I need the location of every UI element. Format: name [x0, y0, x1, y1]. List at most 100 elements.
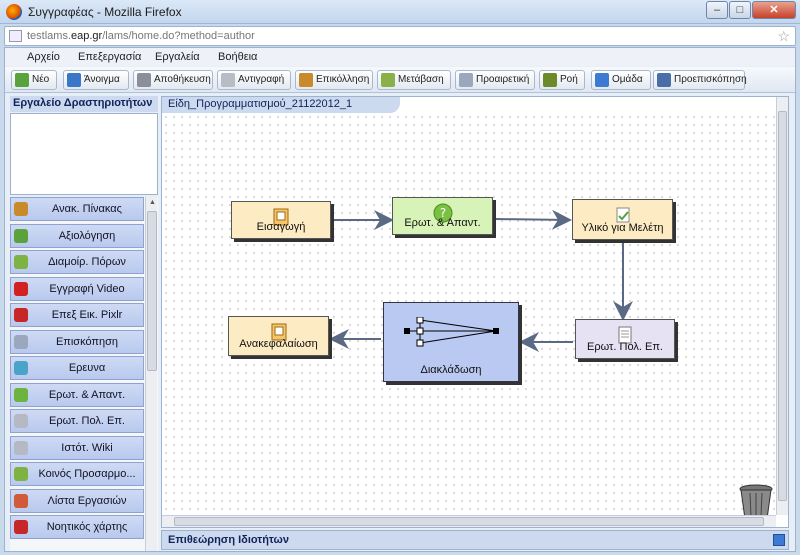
activity-label: Διακλάδωση	[420, 364, 482, 376]
save-icon	[137, 73, 151, 87]
tool-list-scroll-thumb[interactable]	[147, 211, 157, 371]
tool-item[interactable]: Επεξ Εικ. Pixlr	[10, 303, 144, 327]
tool-item[interactable]: Κοινός Προσαρμο...	[10, 462, 144, 486]
tool-item-label: Ερευνα	[68, 362, 106, 374]
tool-list: Ανακ. Πίνακας Αξιολόγηση Διαμοίρ. Πόρων Εγγ…	[10, 197, 158, 551]
pixlr-icon	[14, 308, 28, 322]
tool-item-label: Επισκόπηση	[55, 335, 119, 348]
url-text[interactable]: testlams.eap.gr/lams/home.do?method=auth…	[27, 30, 255, 42]
scroll-up-arrow-icon[interactable]: ▲	[149, 199, 156, 206]
design-canvas-panel: Είδη_Προγραμματισμού_21122012_1 Εισαγωγή	[161, 96, 789, 528]
tool-item[interactable]: Αξιολόγηση	[10, 223, 144, 248]
canvas-horizontal-scrollbar[interactable]	[162, 515, 776, 527]
optional-button[interactable]: Προαιρετική	[455, 70, 535, 90]
tool-item-label: Λίστα Εργασιών	[47, 494, 127, 507]
noticeboard-icon	[14, 202, 28, 216]
optional-icon	[459, 73, 473, 87]
design-canvas[interactable]: Εισαγωγή ? Ερωτ. & Απαντ. Υλικό για Μελέ…	[162, 113, 776, 520]
menu-edit[interactable]: Επεξεργασία	[78, 51, 141, 63]
activity-description-box	[10, 113, 158, 195]
close-button[interactable]: ✕	[752, 1, 796, 19]
group-icon	[595, 73, 609, 87]
task-list-icon	[14, 493, 28, 508]
tool-item-label: Διαμοίρ. Πόρων	[48, 256, 126, 268]
activity-branching[interactable]: Διακλάδωση	[383, 302, 519, 382]
tool-item-label: Αξιολόγηση	[58, 229, 116, 242]
tool-item-label: Ανακ. Πίνακας	[52, 203, 122, 215]
tool-item[interactable]: Επισκόπηση	[10, 329, 144, 354]
overview-icon	[14, 334, 28, 349]
tool-item-label: Ερωτ. & Απαντ.	[48, 388, 126, 401]
bookmark-star-icon[interactable]: ☆	[777, 28, 790, 45]
tool-item[interactable]: Ανακ. Πίνακας	[10, 197, 144, 221]
preview-icon	[657, 73, 671, 87]
pencil-icon	[381, 73, 395, 87]
tool-item[interactable]: Ιστότ. Wiki	[10, 435, 144, 460]
site-icon	[9, 30, 22, 42]
transition-arrow-qa-study[interactable]	[494, 209, 572, 230]
address-bar[interactable]: testlams.eap.gr/lams/home.do?method=auth…	[4, 26, 796, 46]
copy-icon	[221, 73, 235, 87]
activity-label: Ερωτ. & Απαντ.	[404, 217, 481, 229]
menu-tools[interactable]: Εργαλεία	[155, 51, 200, 63]
tool-item[interactable]: Ερευνα	[10, 356, 144, 380]
tool-item[interactable]: Εγγραφή Video	[10, 276, 144, 301]
firefox-icon	[6, 4, 22, 20]
tool-item[interactable]: Ερωτ. Πολ. Επ.	[10, 409, 144, 433]
share-resources-icon	[14, 255, 28, 269]
tool-item-label: Επεξ Εικ. Pixlr	[51, 309, 123, 321]
tool-item[interactable]: Λίστα Εργασιών	[10, 488, 144, 513]
maximize-button[interactable]: □	[729, 1, 751, 19]
tool-item-label: Ιστότ. Wiki	[61, 441, 113, 454]
menu-file[interactable]: Αρχείο	[27, 51, 60, 63]
canvas-vertical-scroll-thumb[interactable]	[778, 111, 787, 501]
toolbar: Νέο Άνοιγμα Αποθήκευση Αντιγραφή Επικόλλ…	[5, 67, 795, 93]
transition-button[interactable]: Μετάβαση	[377, 70, 451, 90]
new-icon	[15, 73, 29, 87]
tool-item-label: Ερωτ. Πολ. Επ.	[49, 415, 125, 427]
mindmap-icon	[14, 520, 28, 534]
copy-button[interactable]: Αντιγραφή	[217, 70, 291, 90]
open-button[interactable]: Άνοιγμα	[63, 70, 129, 90]
activity-intro[interactable]: Εισαγωγή	[231, 201, 331, 239]
activity-label: Υλικό για Μελέτη	[581, 222, 664, 234]
activity-study-material[interactable]: Υλικό για Μελέτη	[572, 199, 673, 240]
survey-icon	[14, 361, 28, 375]
activity-label: Εισαγωγή	[256, 221, 306, 233]
mcq-icon	[14, 414, 28, 428]
sequence-title-tab: Είδη_Προγραμματισμού_21122012_1	[162, 97, 400, 113]
preview-button[interactable]: Προεπισκόπηση	[653, 70, 747, 90]
tool-list-scrollbar[interactable]: ▲	[145, 197, 157, 551]
save-button[interactable]: Αποθήκευση	[133, 70, 213, 90]
tool-item-label: Νοητικός χάρτης	[46, 521, 128, 533]
tool-item[interactable]: Ερωτ. & Απαντ.	[10, 382, 144, 407]
tool-item[interactable]: Διαμοίρ. Πόρων	[10, 250, 144, 274]
folder-open-icon	[67, 73, 81, 87]
activity-qa[interactable]: ? Ερωτ. & Απαντ.	[392, 197, 493, 235]
new-button[interactable]: Νέο	[11, 70, 57, 90]
tool-item[interactable]: Νοητικός χάρτης	[10, 515, 144, 539]
activity-summary[interactable]: Ανακεφαλαίωση	[228, 316, 329, 356]
canvas-vertical-scrollbar[interactable]	[776, 97, 788, 515]
canvas-horizontal-scroll-thumb[interactable]	[174, 517, 764, 526]
assessment-icon	[14, 228, 28, 243]
activity-label: Ανακεφαλαίωση	[239, 338, 318, 350]
minimize-button[interactable]: –	[706, 1, 728, 19]
flow-button[interactable]: Ροή	[539, 70, 585, 90]
wiki-icon	[14, 440, 28, 455]
paste-icon	[299, 73, 313, 87]
tool-item-label: Κοινός Προσαρμο...	[38, 468, 136, 480]
group-button[interactable]: Ομάδα	[591, 70, 651, 90]
tool-item-label: Εγγραφή Video	[49, 282, 125, 295]
browser-titlebar: Συγγραφέας - Mozilla Firefox – □ ✕	[0, 0, 800, 24]
activity-mcq[interactable]: Ερωτ. Πολ. Επ.	[575, 319, 675, 359]
expand-icon[interactable]	[773, 534, 785, 546]
property-inspector-bar[interactable]: Επιθεώρηση Ιδιοτήτων	[161, 530, 789, 550]
branching-icon	[404, 317, 499, 347]
qa-icon	[14, 387, 28, 402]
activity-tools-header: Εργαλείο Δραστηριοτήτων	[10, 96, 158, 112]
menu-help[interactable]: Βοήθεια	[218, 51, 257, 63]
window-title: Συγγραφέας - Mozilla Firefox	[28, 5, 182, 19]
paste-button[interactable]: Επικόλληση	[295, 70, 373, 90]
activity-tools-panel: Εργαλείο Δραστηριοτήτων Ανακ. Πίνακας Αξι…	[10, 96, 158, 551]
